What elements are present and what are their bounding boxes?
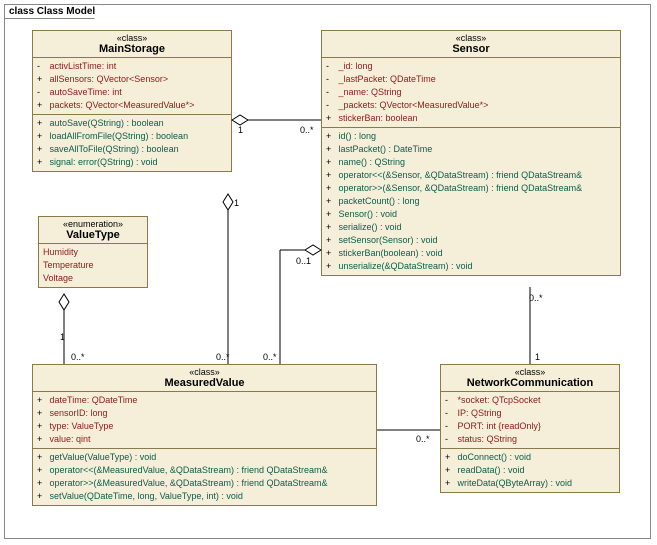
attribute-row: - PORT: int {readOnly} (445, 420, 615, 433)
operation-row: + operator>>(&MeasuredValue, &QDataStrea… (37, 477, 372, 490)
enum-literal: Temperature (43, 259, 143, 272)
attributes-section: - *socket: QTcpSocket- IP: QString- PORT… (441, 392, 619, 449)
class-mainstorage: «class» MainStorage - activListTime: int… (32, 30, 232, 172)
class-header: «class» NetworkCommunication (441, 365, 619, 392)
stereotype: «class» (37, 367, 372, 377)
stereotype: «enumeration» (43, 219, 143, 229)
operations-section: + autoSave(QString) : boolean+ loadAllFr… (33, 115, 231, 171)
literals-section: HumidityTemperatureVoltage (39, 244, 147, 287)
attributes-section: + dateTime: QDateTime+ sensorID: long+ t… (33, 392, 376, 449)
operation-row: + doConnect() : void (445, 451, 615, 464)
diagram-title: class Class Model (9, 6, 95, 17)
attribute-row: + stickerBan: boolean (326, 112, 616, 125)
diagram-title-tab: class Class Model (4, 4, 104, 19)
operation-row: + saveAllToFile(QString) : boolean (37, 143, 227, 156)
attributes-section: - _id: long- _lastPacket: QDateTime- _na… (322, 58, 620, 128)
operation-row: + writeData(QByteArray) : void (445, 477, 615, 490)
class-name: NetworkCommunication (445, 377, 615, 389)
attribute-row: - autoSaveTime: int (37, 86, 227, 99)
operations-section: + id() : long+ lastPacket() : DateTime+ … (322, 128, 620, 275)
attribute-row: + allSensors: QVector<Sensor> (37, 73, 227, 86)
attribute-row: + value: qint (37, 433, 372, 446)
operation-row: + name() : QString (326, 156, 616, 169)
operation-row: + serialize() : void (326, 221, 616, 234)
class-header: «class» Sensor (322, 31, 620, 58)
class-header: «enumeration» ValueType (39, 217, 147, 244)
attribute-row: + sensorID: long (37, 407, 372, 420)
class-measuredvalue: «class» MeasuredValue + dateTime: QDateT… (32, 364, 377, 506)
operation-row: + signal: error(QString) : void (37, 156, 227, 169)
attribute-row: + packets: QVector<MeasuredValue*> (37, 99, 227, 112)
operation-row: + stickerBan(boolean) : void (326, 247, 616, 260)
attribute-row: - status: QString (445, 433, 615, 446)
enum-literal: Humidity (43, 246, 143, 259)
operations-section: + getValue(ValueType) : void+ operator<<… (33, 449, 376, 505)
enum-literal: Voltage (43, 272, 143, 285)
class-header: «class» MeasuredValue (33, 365, 376, 392)
attribute-row: - *socket: QTcpSocket (445, 394, 615, 407)
attributes-section: - activListTime: int+ allSensors: QVecto… (33, 58, 231, 115)
operation-row: + id() : long (326, 130, 616, 143)
operation-row: + operator<<(&MeasuredValue, &QDataStrea… (37, 464, 372, 477)
attribute-row: + type: ValueType (37, 420, 372, 433)
operation-row: + setValue(QDateTime, long, ValueType, i… (37, 490, 372, 503)
class-name: Sensor (326, 43, 616, 55)
attribute-row: - _id: long (326, 60, 616, 73)
class-name: MainStorage (37, 43, 227, 55)
operation-row: + Sensor() : void (326, 208, 616, 221)
operation-row: + packetCount() : long (326, 195, 616, 208)
class-name: MeasuredValue (37, 377, 372, 389)
operation-row: + readData() : void (445, 464, 615, 477)
operation-row: + loadAllFromFile(QString) : boolean (37, 130, 227, 143)
attribute-row: - activListTime: int (37, 60, 227, 73)
class-networkcommunication: «class» NetworkCommunication - *socket: … (440, 364, 620, 493)
stereotype: «class» (445, 367, 615, 377)
operation-row: + setSensor(Sensor) : void (326, 234, 616, 247)
attribute-row: - _packets: QVector<MeasuredValue*> (326, 99, 616, 112)
attribute-row: + dateTime: QDateTime (37, 394, 372, 407)
class-sensor: «class» Sensor - _id: long- _lastPacket:… (321, 30, 621, 276)
class-valuetype: «enumeration» ValueType HumidityTemperat… (38, 216, 148, 288)
stereotype: «class» (37, 33, 227, 43)
operation-row: + getValue(ValueType) : void (37, 451, 372, 464)
operations-section: + doConnect() : void+ readData() : void+… (441, 449, 619, 492)
attribute-row: - _name: QString (326, 86, 616, 99)
attribute-row: - IP: QString (445, 407, 615, 420)
operation-row: + autoSave(QString) : boolean (37, 117, 227, 130)
stereotype: «class» (326, 33, 616, 43)
class-name: ValueType (43, 229, 143, 241)
operation-row: + lastPacket() : DateTime (326, 143, 616, 156)
operation-row: + operator<<(&Sensor, &QDataStream) : fr… (326, 169, 616, 182)
operation-row: + unserialize(&QDataStream) : void (326, 260, 616, 273)
class-header: «class» MainStorage (33, 31, 231, 58)
attribute-row: - _lastPacket: QDateTime (326, 73, 616, 86)
operation-row: + operator>>(&Sensor, &QDataStream) : fr… (326, 182, 616, 195)
